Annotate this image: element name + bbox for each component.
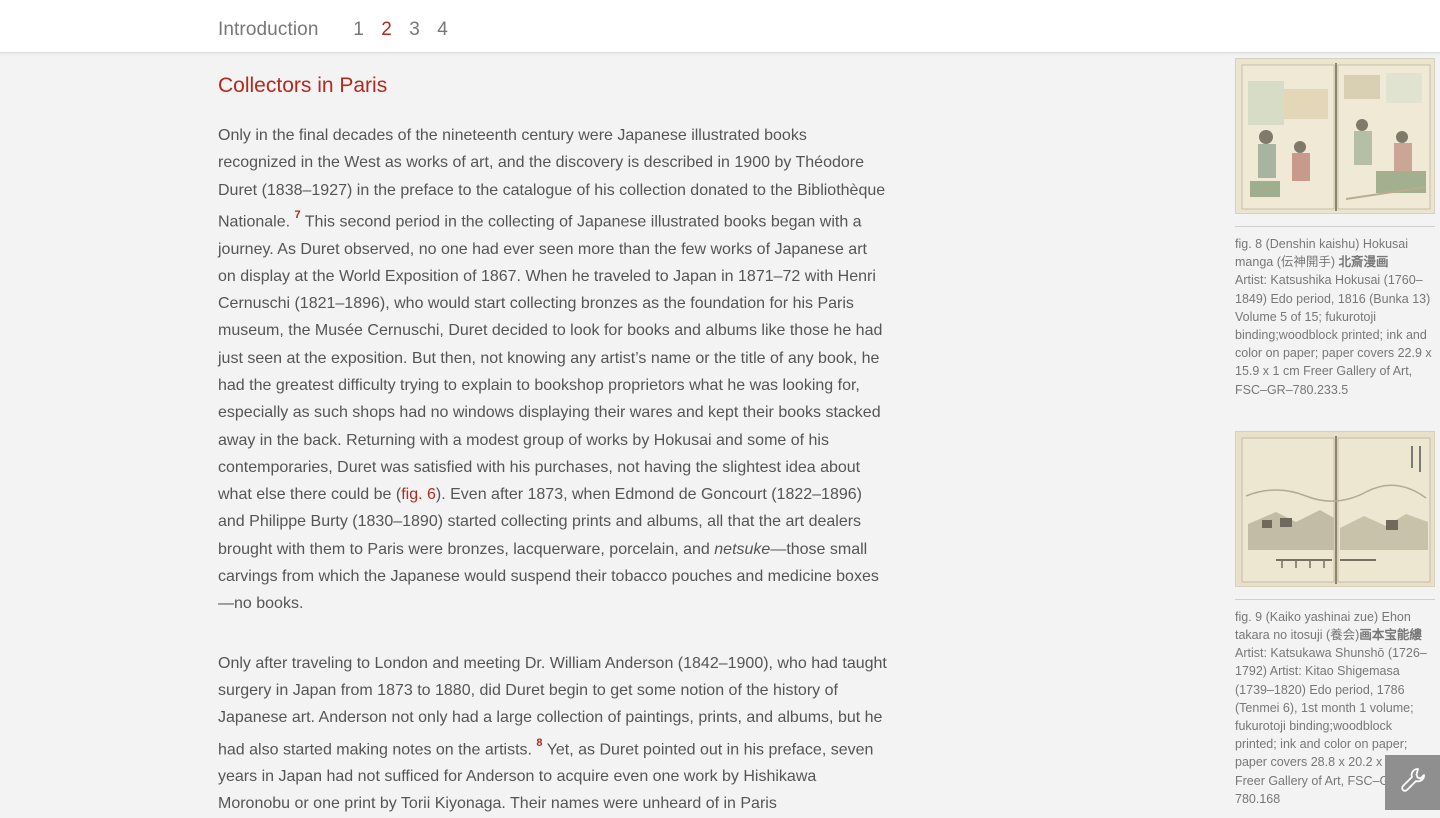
nav-page-1[interactable]: 1 (345, 19, 373, 41)
nav-page-2[interactable]: 2 (373, 19, 401, 41)
figure-8-image[interactable] (1235, 58, 1435, 214)
nav-introduction-link[interactable]: Introduction (218, 19, 319, 41)
paragraph-1: Only in the final decades of the ninetee… (218, 122, 888, 618)
section-title: Collectors in Paris (218, 74, 388, 97)
fig-6-link[interactable]: fig. 6 (401, 486, 436, 503)
tools-button[interactable] (1385, 755, 1440, 810)
wrench-icon (1399, 766, 1427, 799)
footnote-7-link[interactable]: 7 (295, 209, 301, 221)
article-body: Collectors in Paris Only in the final de… (218, 74, 888, 818)
chapter-nav: Introduction 1 2 3 4 (218, 19, 457, 41)
hokusai-manga-illustration (1236, 59, 1434, 213)
nav-page-4[interactable]: 4 (429, 19, 457, 41)
ehon-takara-illustration (1236, 431, 1434, 586)
figure-8-caption-cjk: 北斎漫画 (1338, 255, 1389, 270)
figure-8-caption: fig. 8 (Denshin kaishu) Hokusai manga (伝… (1235, 235, 1435, 399)
figure-9-divider (1235, 598, 1435, 600)
figure-8-caption-details: Artist: Katsushika Hokusai (1760–1849) E… (1235, 273, 1432, 397)
figure-sidebar: fig. 8 (Denshin kaishu) Hokusai manga (伝… (1235, 58, 1435, 808)
nav-page-3[interactable]: 3 (401, 19, 429, 41)
figure-9-image[interactable] (1235, 430, 1435, 587)
paragraph-1-text-b: This second period in the collecting of … (218, 213, 883, 504)
footnote-8-link[interactable]: 8 (536, 737, 542, 749)
paragraph-2: Only after traveling to London and meeti… (218, 650, 888, 818)
figure-9-caption-cjk: 画本宝能縷 (1359, 628, 1422, 643)
top-nav-bar: Introduction 1 2 3 4 (0, 0, 1440, 53)
netsuke-term: netsuke (714, 540, 771, 558)
figure-8-divider (1235, 226, 1435, 227)
